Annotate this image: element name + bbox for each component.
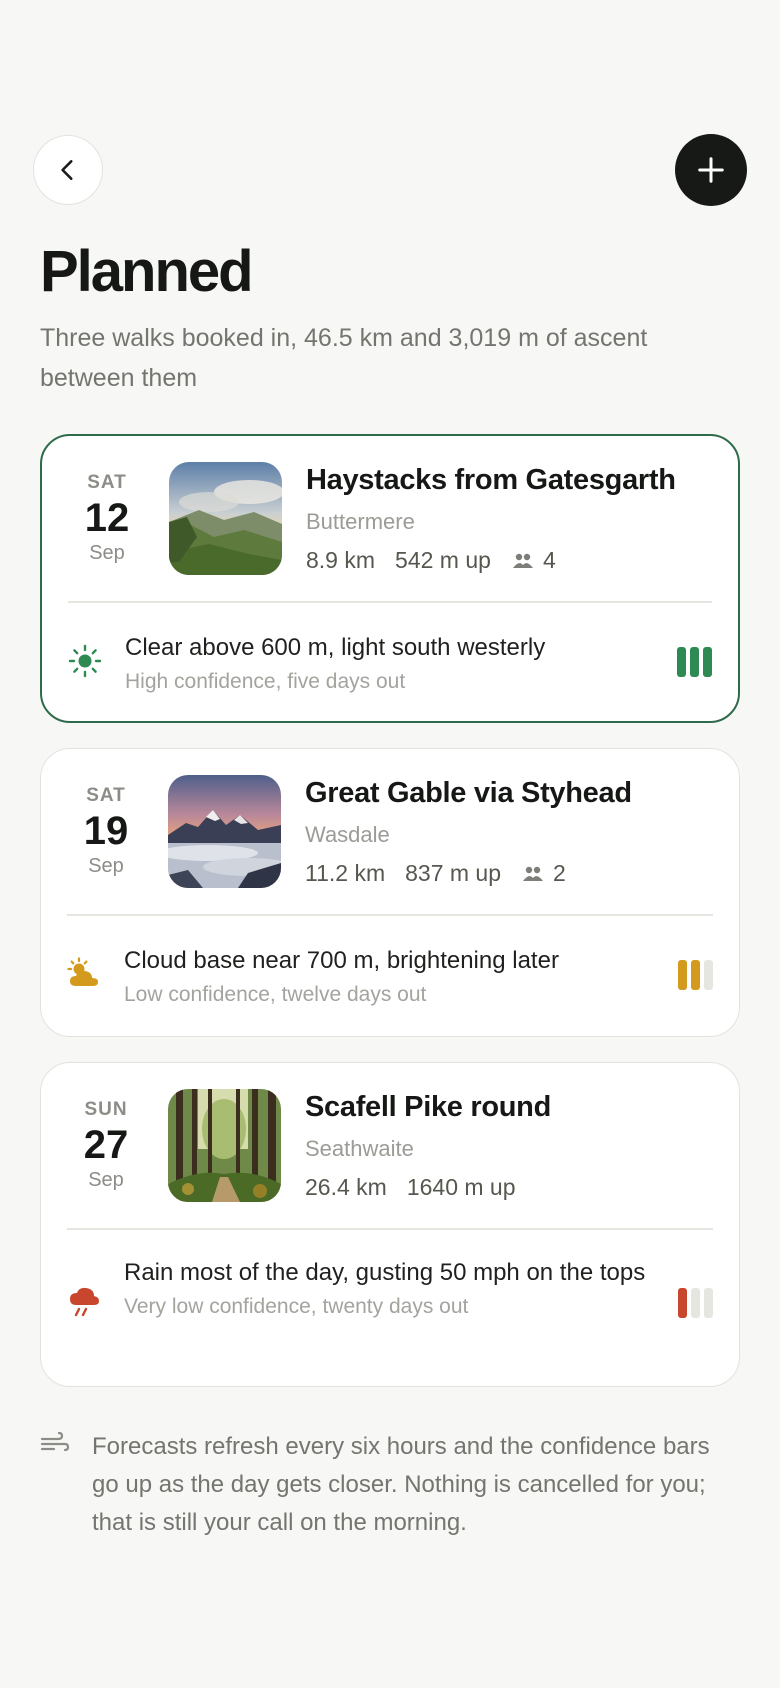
- walk-location: Buttermere: [306, 509, 415, 534]
- walk-people-count: 4: [542, 547, 556, 573]
- partly-cloudy-icon: [67, 957, 98, 986]
- confidence-bar: [690, 647, 699, 677]
- day-number: 12: [84, 496, 130, 540]
- walk-date: SAT 12 Sep: [72, 472, 142, 565]
- walk-name: Haystacks from Gatesgarth: [306, 464, 676, 496]
- rain-cloud-icon: [70, 1287, 99, 1317]
- confidence-bar: [703, 647, 712, 677]
- forecast-confidence: Very low confidence, twenty days out: [124, 1295, 469, 1318]
- confidence-bar: [691, 960, 700, 990]
- forecast-confidence: High confidence, five days out: [125, 670, 406, 693]
- month: Sep: [88, 855, 124, 877]
- forest-path-image: [168, 1089, 281, 1202]
- walk-distance: 26.4 km: [305, 1174, 387, 1200]
- day-of-week: SAT: [87, 472, 127, 493]
- walk-date: SUN 27 Sep: [71, 1099, 141, 1192]
- walk-card[interactable]: SUN 27 Sep Scafell Pike round Seathwaite…: [40, 1062, 740, 1387]
- confidence-bars: [677, 647, 712, 677]
- walk-people-count: 2: [553, 860, 566, 886]
- add-walk-button[interactable]: [675, 134, 747, 206]
- mountain-landscape-image: [169, 462, 282, 575]
- walk-card[interactable]: SAT 12 Sep Haystacks from Gatesgarth But…: [40, 434, 740, 723]
- confidence-bar: [678, 1288, 687, 1318]
- walk-name: Great Gable via Styhead: [305, 777, 632, 809]
- wind-icon: [40, 1432, 70, 1452]
- page-subtitle: Three walks booked in, 46.5 km and 3,019…: [40, 324, 648, 392]
- divider: [68, 601, 712, 603]
- day-number: 19: [83, 809, 129, 853]
- confidence-bar: [678, 960, 687, 990]
- confidence-bar: [704, 1288, 713, 1318]
- walk-distance: 8.9 km: [306, 547, 376, 573]
- confidence-bar: [704, 960, 713, 990]
- day-of-week: SAT: [86, 785, 126, 806]
- confidence-bars: [678, 960, 713, 990]
- page-title: Planned: [40, 239, 254, 304]
- forecast-confidence: Low confidence, twelve days out: [124, 983, 427, 1006]
- plus-icon: [698, 157, 724, 183]
- confidence-bar: [677, 647, 686, 677]
- day-number: 27: [83, 1123, 129, 1167]
- walk-location: Wasdale: [305, 822, 390, 847]
- forecast-summary: Clear above 600 m, light south westerly: [125, 634, 546, 661]
- forecast-summary: Cloud base near 700 m, brightening later: [124, 947, 559, 974]
- day-of-week: SUN: [84, 1099, 128, 1120]
- people-icon: [512, 553, 533, 568]
- back-button[interactable]: [33, 135, 103, 205]
- confidence-bars: [678, 1288, 713, 1318]
- walk-distance: 11.2 km: [305, 860, 386, 886]
- month: Sep: [89, 542, 125, 564]
- footnote: Forecasts refresh every six hours and th…: [40, 1428, 740, 1542]
- people-icon: [523, 866, 544, 881]
- walk-ascent: 542 m up: [395, 547, 491, 573]
- month: Sep: [88, 1169, 124, 1191]
- forecast-summary: Rain most of the day, gusting 50 mph on …: [124, 1259, 646, 1286]
- walk-card[interactable]: SAT 19 Sep Great Gable via Styhead Wasda…: [40, 748, 740, 1037]
- walk-date: SAT 19 Sep: [71, 785, 141, 878]
- walk-ascent: 1640 m up: [406, 1174, 516, 1200]
- divider: [67, 914, 713, 916]
- walk-location: Seathwaite: [305, 1136, 414, 1161]
- snowy-peaks-image: [168, 775, 281, 888]
- sun-icon: [68, 644, 102, 678]
- chevron-left-icon: [61, 160, 73, 180]
- walk-name: Scafell Pike round: [305, 1091, 552, 1123]
- divider: [67, 1228, 713, 1230]
- top-bar: [33, 134, 747, 206]
- confidence-bar: [691, 1288, 700, 1318]
- walk-ascent: 837 m up: [405, 860, 502, 886]
- footnote-text: Forecasts refresh every six hours and th…: [92, 1433, 710, 1536]
